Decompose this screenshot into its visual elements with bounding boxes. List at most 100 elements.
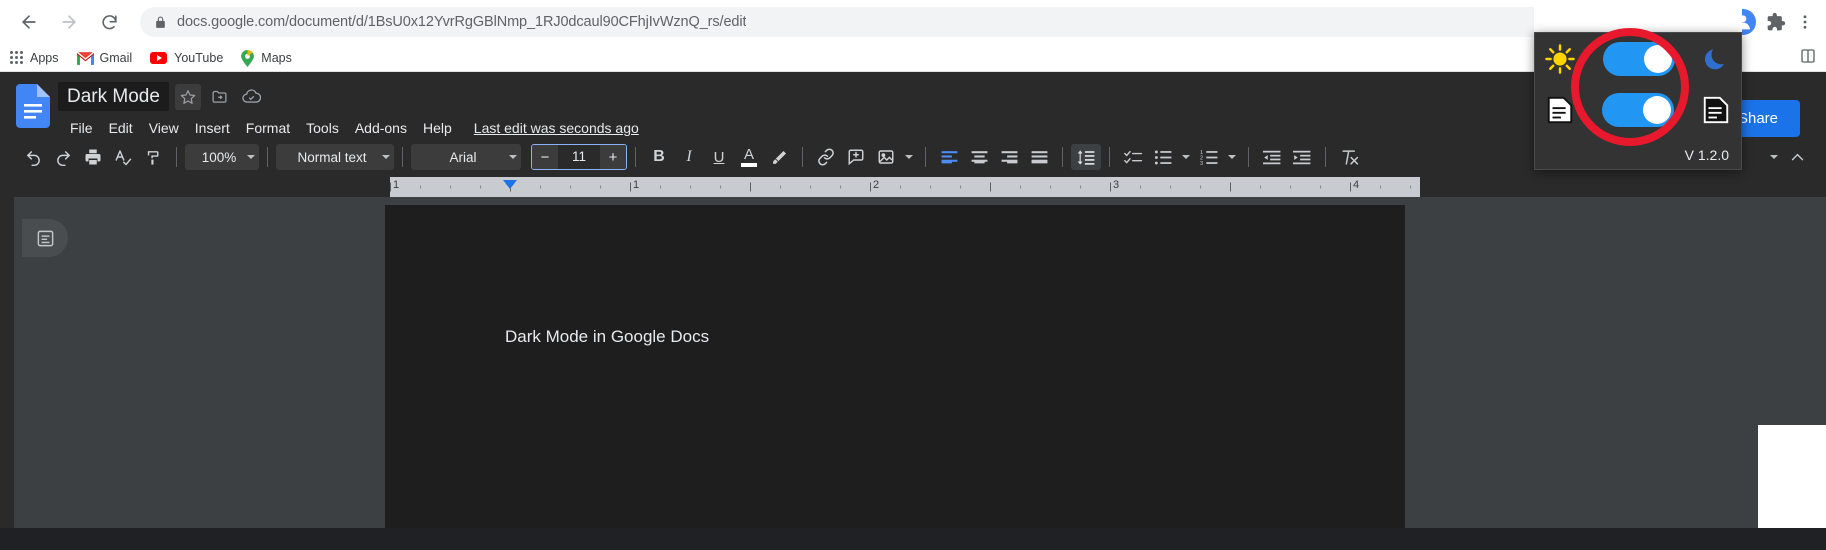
forward-arrow-icon [59, 12, 79, 32]
numbered-list-dropdown[interactable] [1224, 144, 1240, 170]
ruler-number: 4 [1352, 179, 1360, 192]
paint-format-icon[interactable] [138, 144, 168, 170]
align-right-icon[interactable] [994, 144, 1024, 170]
menu-file[interactable]: File [62, 117, 101, 139]
last-edit-status[interactable]: Last edit was seconds ago [474, 120, 639, 136]
star-outline-icon[interactable] [174, 83, 201, 110]
insert-link-icon[interactable] [811, 144, 841, 170]
bookmark-gmail[interactable]: Gmail [76, 50, 133, 65]
text-color-button[interactable]: A [734, 144, 764, 170]
align-justify-icon[interactable] [1024, 144, 1054, 170]
menu-tools[interactable]: Tools [298, 117, 347, 139]
toolbar-separator [402, 147, 403, 168]
numbered-list-icon[interactable]: 123 [1194, 144, 1224, 170]
align-center-icon[interactable] [964, 144, 994, 170]
undo-icon[interactable] [18, 144, 48, 170]
bookmark-label: Gmail [99, 50, 133, 65]
chevron-down-icon [509, 155, 517, 160]
document-page[interactable]: Dark Mode in Google Docs [385, 205, 1405, 529]
clear-formatting-icon[interactable] [1334, 144, 1364, 170]
align-left-icon[interactable] [934, 144, 964, 170]
insert-image-dropdown[interactable] [901, 144, 917, 170]
bookmarks-bar-right [1800, 48, 1816, 67]
document-canvas: Dark Mode in Google Docs [0, 197, 1826, 529]
three-dot-menu-icon[interactable] [1796, 13, 1814, 31]
reading-list-icon[interactable] [1800, 48, 1816, 67]
menu-insert[interactable]: Insert [187, 117, 238, 139]
toolbar-separator [267, 147, 268, 168]
lock-icon [154, 15, 167, 30]
bookmark-label: Maps [261, 50, 292, 65]
bookmark-maps[interactable]: Maps [241, 49, 292, 67]
chevron-down-icon [382, 155, 390, 160]
bulleted-list-icon[interactable] [1148, 144, 1178, 170]
document-body-text[interactable]: Dark Mode in Google Docs [505, 327, 709, 347]
gmail-icon [76, 51, 94, 65]
toolbar-separator [802, 147, 803, 168]
bookmark-apps[interactable]: Apps [10, 51, 59, 65]
bookmark-youtube[interactable]: YouTube [150, 51, 223, 65]
address-bar[interactable]: docs.google.com/document/d/1BsU0x12YvrRg… [140, 7, 1689, 37]
ruler-number: 3 [1112, 179, 1120, 192]
bold-button[interactable]: B [644, 144, 674, 170]
chevron-down-icon [1228, 155, 1236, 160]
toolbar-separator [1325, 147, 1326, 168]
menu-help[interactable]: Help [415, 117, 460, 139]
line-spacing-icon[interactable] [1071, 144, 1101, 171]
left-indent-marker[interactable] [503, 180, 517, 190]
right-panel-white-area [1758, 425, 1826, 529]
puzzle-piece-icon[interactable] [1766, 12, 1786, 32]
cloud-saved-icon[interactable] [239, 84, 265, 110]
insert-image-icon[interactable] [871, 144, 901, 170]
add-comment-icon[interactable] [841, 144, 871, 170]
menu-format[interactable]: Format [238, 117, 298, 139]
sun-icon [1545, 44, 1575, 74]
increase-indent-icon[interactable] [1287, 144, 1317, 170]
italic-button[interactable]: I [674, 144, 704, 170]
toolbar-separator [635, 147, 636, 168]
checklist-icon[interactable] [1118, 144, 1148, 170]
toolbar-separator [1248, 147, 1249, 168]
document-outline-icon[interactable] [22, 219, 68, 258]
move-to-folder-icon[interactable] [207, 84, 233, 110]
bulleted-list-dropdown[interactable] [1178, 144, 1194, 170]
paragraph-style-select[interactable]: Normal text [276, 144, 394, 171]
redo-icon[interactable] [48, 144, 78, 170]
spellcheck-icon[interactable] [108, 144, 138, 170]
chevron-down-icon [1182, 155, 1190, 160]
back-button[interactable] [12, 5, 46, 39]
back-arrow-icon [19, 12, 39, 32]
print-icon[interactable] [78, 144, 108, 170]
decrease-font-size-button[interactable]: − [532, 145, 558, 170]
zoom-select[interactable]: 100% [185, 144, 259, 171]
horizontal-ruler[interactable]: 1 1 2 3 4 [390, 177, 1420, 198]
underline-button[interactable]: U [704, 144, 734, 170]
menu-edit[interactable]: Edit [101, 117, 141, 139]
font-family-select[interactable]: Arial [411, 144, 521, 171]
toolbar-separator [176, 147, 177, 168]
editing-mode-icon[interactable] [1782, 144, 1812, 170]
apps-grid-icon [10, 51, 23, 64]
maps-pin-icon [241, 49, 255, 67]
decrease-indent-icon[interactable] [1257, 144, 1287, 170]
bookmark-label: YouTube [174, 50, 224, 65]
title-line: Dark Mode [58, 82, 639, 112]
highlight-pen-icon[interactable] [764, 144, 794, 170]
menu-add-ons[interactable]: Add-ons [347, 117, 415, 139]
font-size-stepper[interactable]: − 11 + [531, 144, 627, 171]
ruler-number: 2 [872, 179, 880, 192]
more-options-icon[interactable] [1766, 144, 1782, 170]
toolbar-separator [1062, 147, 1063, 168]
increase-font-size-button[interactable]: + [600, 145, 626, 170]
menu-view[interactable]: View [141, 117, 187, 139]
document-title[interactable]: Dark Mode [58, 82, 169, 112]
forward-button[interactable] [52, 5, 86, 39]
share-label: Share [1737, 110, 1778, 127]
bookmark-label: Apps [30, 50, 59, 65]
font-size-value[interactable]: 11 [558, 145, 600, 170]
chevron-down-icon [905, 155, 913, 160]
style-value: Normal text [297, 149, 367, 165]
ruler-number: 1 [392, 179, 400, 192]
reload-button[interactable] [92, 5, 126, 39]
font-value: Arial [449, 149, 477, 165]
